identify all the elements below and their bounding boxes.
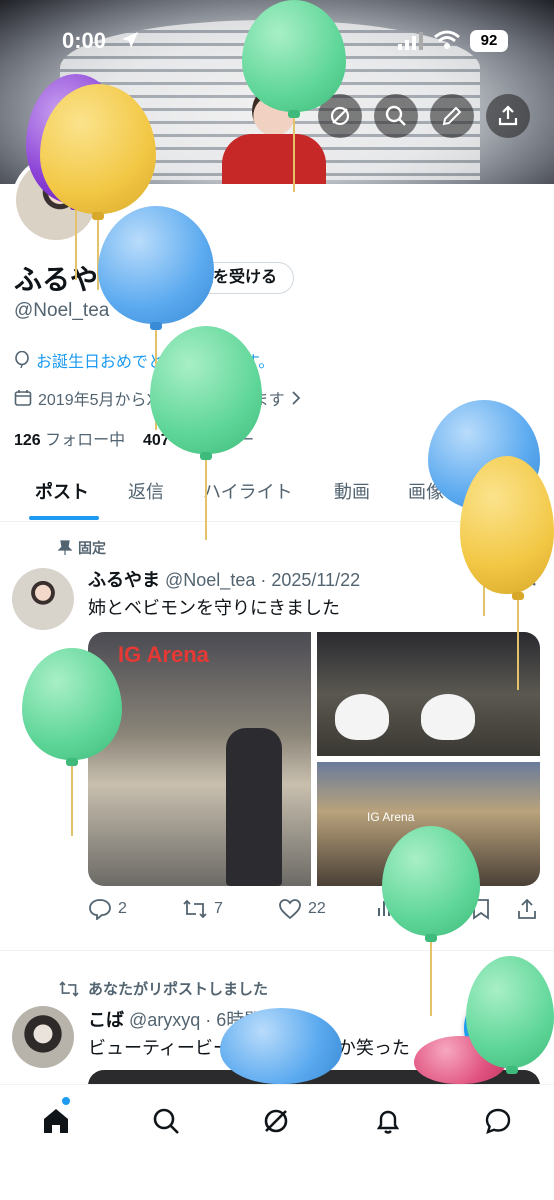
grok-icon (264, 1109, 288, 1133)
nav-messages[interactable] (478, 1101, 518, 1141)
post-display-name[interactable]: ふるやま (88, 570, 160, 590)
bookmark-button[interactable] (472, 898, 490, 920)
pencil-icon (442, 106, 462, 126)
tab-images[interactable]: 画像 (408, 478, 444, 504)
birthday-text[interactable]: お誕生日おめでとうございます。 (36, 348, 274, 372)
repost-label-row: あなたがリポストしました (58, 978, 268, 999)
media-sign-text: IG Arena (118, 642, 209, 667)
reply-button[interactable]: 2 (88, 898, 127, 920)
nav-notifications[interactable] (368, 1101, 408, 1141)
following-link[interactable]: 126 フォロー中 (14, 432, 125, 449)
repost-meta: @aryxyq · 6時間 (129, 1010, 263, 1030)
followers-label: フォロワー (174, 432, 255, 449)
tab-replies[interactable]: 返信 (128, 478, 164, 504)
repost-icon (183, 899, 207, 919)
grok-icon (330, 106, 350, 126)
wifi-icon (434, 30, 460, 49)
views-icon (378, 901, 395, 916)
tab-posts[interactable]: ポスト (35, 478, 89, 504)
repost-icon (59, 980, 79, 997)
follow-stats: 126 フォロー中 407 フォロワー (14, 426, 254, 450)
repost-display-name[interactable]: こば (88, 1010, 124, 1030)
status-bar: 0:00 92 (0, 0, 554, 80)
reply-icon (89, 899, 111, 920)
reply-count: 2 (118, 900, 127, 917)
verified-badge-icon (157, 270, 175, 288)
balloon-icon (15, 351, 29, 369)
get-verified-button[interactable]: 認証を受ける (140, 262, 295, 294)
like-count: 22 (308, 900, 326, 917)
like-icon (279, 899, 301, 920)
home-notification-dot (62, 1097, 70, 1105)
birthday-line: お誕生日おめでとうございます。 (14, 348, 274, 372)
pin-icon (58, 540, 72, 555)
repost-count: 7 (214, 900, 223, 917)
search-icon (385, 105, 406, 126)
post-divider (0, 950, 554, 951)
repost-header: こば @aryxyq · 6時間 (88, 1006, 262, 1032)
repost-text: ビューティービーム誤爆してばか笑った (88, 1038, 410, 1058)
calendar-icon (14, 390, 32, 406)
post-share-button[interactable] (516, 898, 538, 920)
tab-videos[interactable]: 動画 (334, 478, 370, 504)
media-sign-small: IG Arena (367, 810, 415, 824)
post-avatar[interactable] (12, 568, 74, 630)
banner-person (218, 78, 330, 184)
share-button[interactable] (486, 94, 530, 138)
media-photo-1[interactable]: IG Arena (88, 632, 311, 886)
post-text: 姉とベビモンを守りにきました (88, 598, 340, 618)
chevron-right-icon (292, 391, 300, 405)
share-icon (498, 105, 518, 126)
media-photo-3[interactable]: IG Arena (317, 762, 540, 886)
followers-link[interactable]: 407 フォロワー (143, 432, 254, 449)
status-time: 0:00 (62, 28, 107, 53)
views-button[interactable]: 8735 (376, 898, 438, 918)
followers-count: 407 (142, 432, 170, 449)
search-icon (153, 1108, 179, 1134)
tab-highlights[interactable]: ハイライト (203, 478, 293, 504)
home-icon (44, 1109, 68, 1133)
battery-indicator: 92 (470, 30, 508, 52)
following-label: フォロー中 (45, 432, 126, 449)
nav-search[interactable] (146, 1101, 186, 1141)
pinned-label: 固定 (78, 540, 106, 556)
bookmark-icon (473, 899, 489, 920)
profile-avatar[interactable] (12, 156, 100, 244)
signal-icon (398, 32, 423, 50)
joined-line[interactable]: 2019年5月からXを利用しています (14, 386, 301, 410)
post-meta: @Noel_tea · 2025/11/22 (165, 570, 361, 590)
nav-home[interactable] (36, 1101, 76, 1141)
repost-label: あなたがリポストしました (88, 981, 269, 998)
compose-button[interactable]: + (464, 990, 540, 1066)
pinned-label-row: 固定 (58, 538, 106, 558)
bottom-navigation (0, 1084, 554, 1200)
x-logo-icon[interactable] (516, 566, 538, 588)
media-photo-2[interactable] (317, 632, 540, 756)
location-arrow-icon (122, 32, 138, 48)
messages-icon (485, 1108, 511, 1134)
search-button[interactable] (374, 94, 418, 138)
profile-tabs: ポスト 返信 ハイライト 動画 画像 (0, 466, 554, 522)
views-count: 8735 (402, 899, 438, 916)
like-button[interactable]: 22 (278, 898, 326, 920)
following-count: 126 (14, 432, 41, 449)
post-header: ふるやま @Noel_tea · 2025/11/22 (88, 566, 360, 592)
get-verified-label: 認証を受ける (181, 269, 278, 286)
joined-text: 2019年5月からXを利用しています (38, 392, 285, 409)
post-media-grid[interactable]: IG Arena IG Arena (88, 632, 540, 886)
edit-button[interactable] (430, 94, 474, 138)
post-actions: 2 7 22 8735 (88, 898, 542, 926)
repost-button[interactable]: 7 (182, 898, 223, 920)
repost-avatar[interactable] (12, 1006, 74, 1068)
share-icon (518, 898, 536, 919)
bell-icon (376, 1110, 400, 1134)
nav-grok[interactable] (256, 1101, 296, 1141)
profile-handle: @Noel_tea (14, 300, 110, 321)
grok-button[interactable] (318, 94, 362, 138)
active-tab-indicator (29, 516, 99, 520)
profile-name: ふるやま (14, 264, 127, 295)
